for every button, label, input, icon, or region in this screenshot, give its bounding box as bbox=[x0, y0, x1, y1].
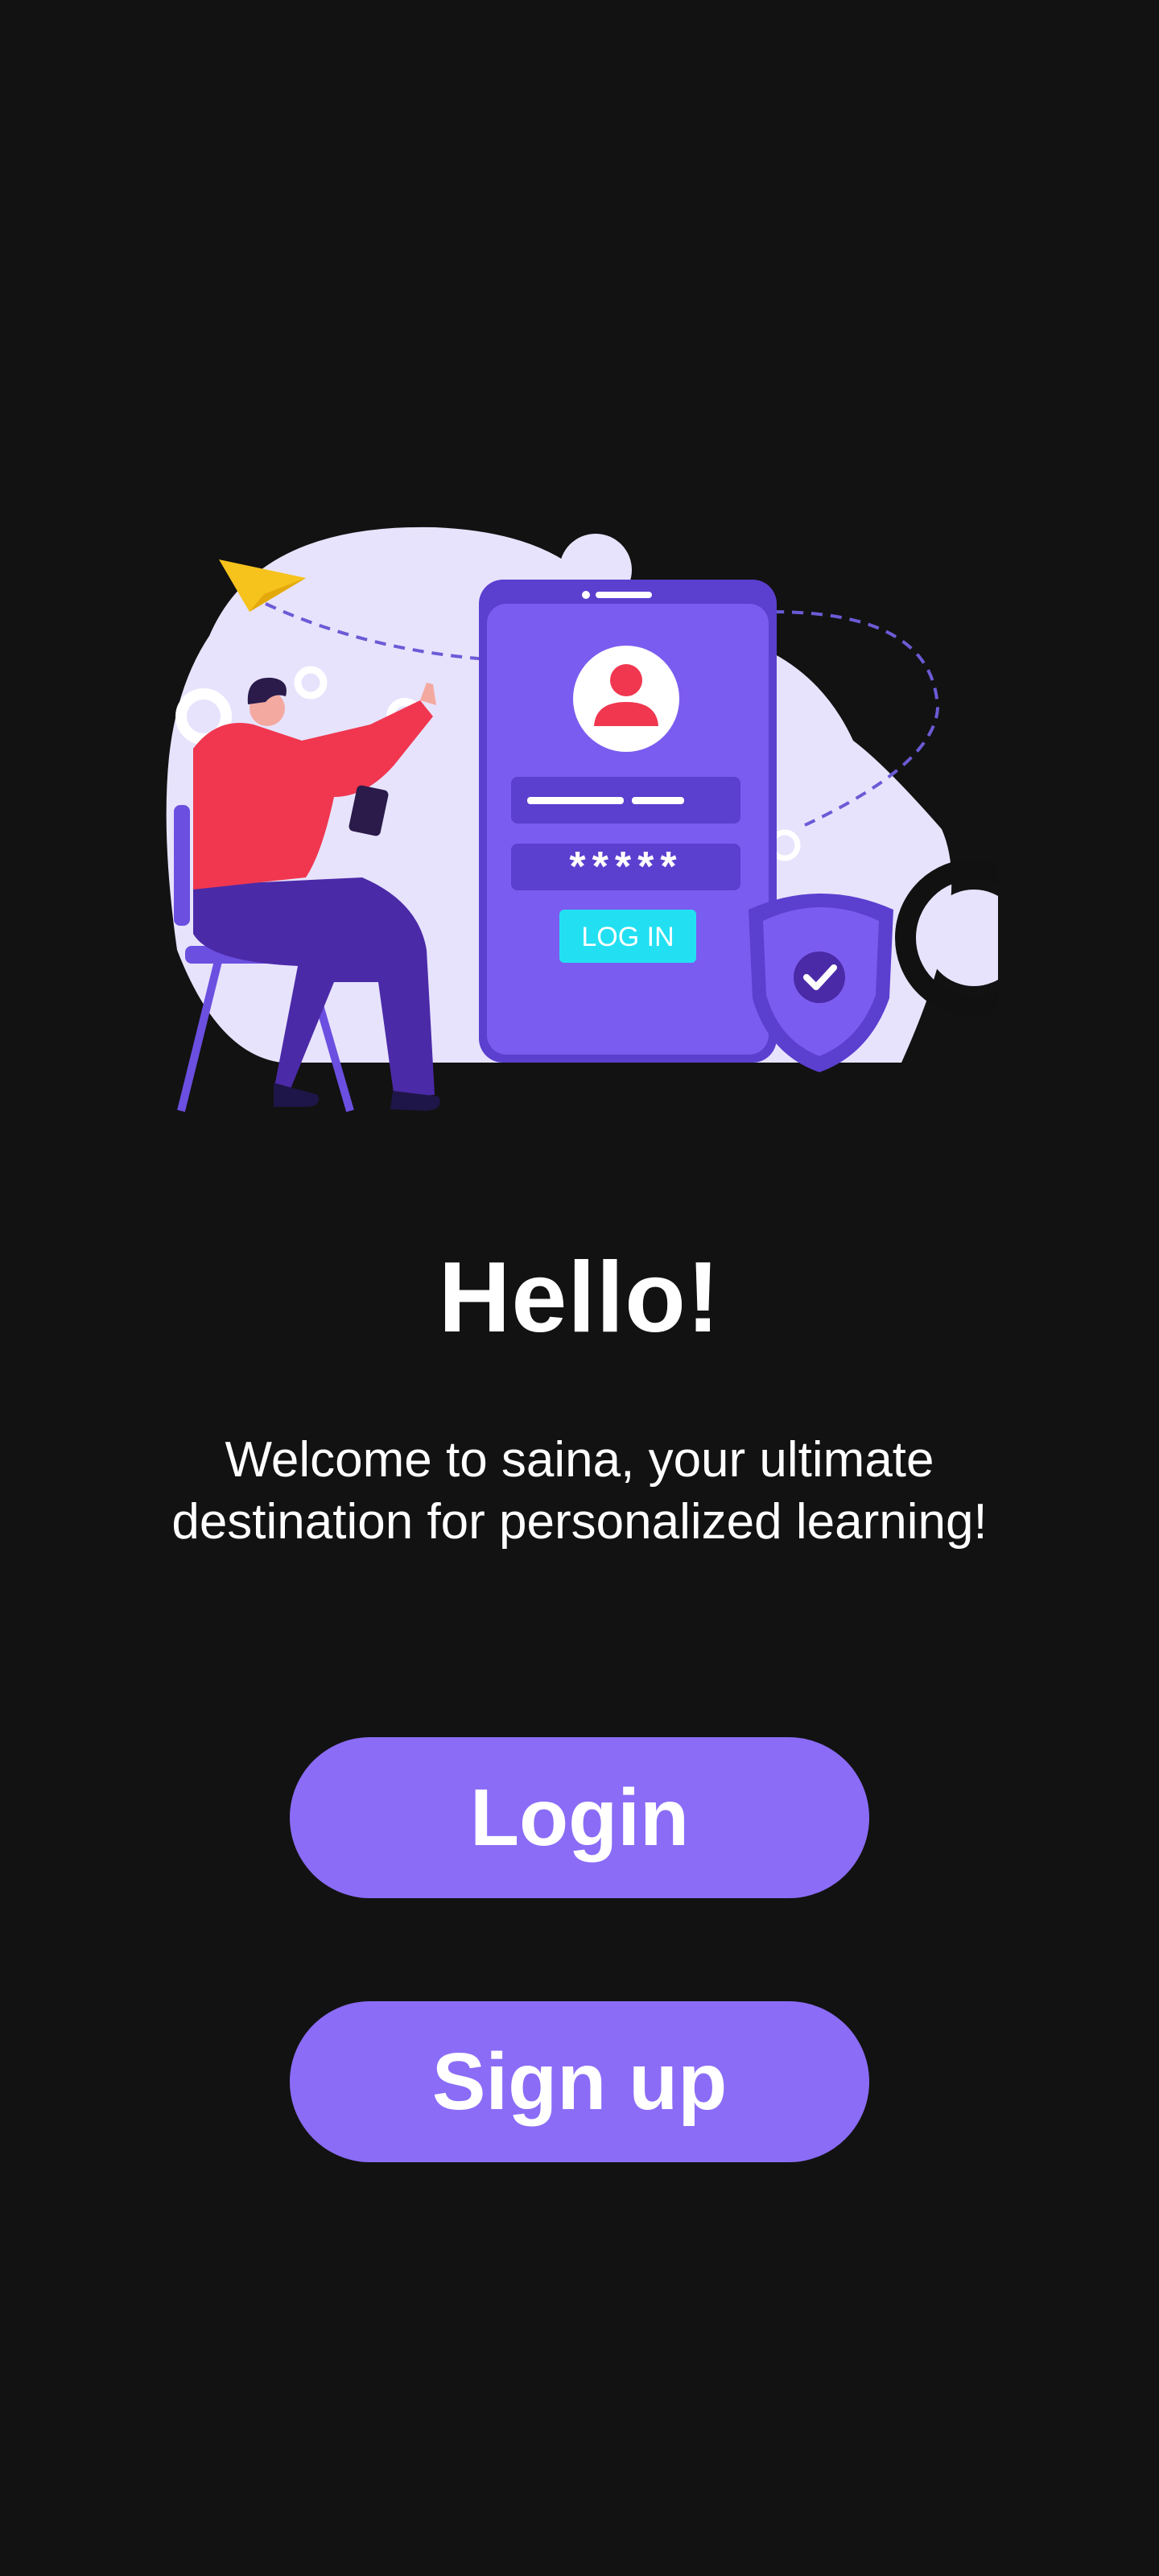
login-button[interactable]: Login bbox=[290, 1737, 869, 1898]
password-mask: ***** bbox=[569, 844, 683, 890]
welcome-title: Hello! bbox=[438, 1242, 721, 1353]
avatar-icon bbox=[573, 646, 679, 752]
illustration-login-label: LOG IN bbox=[581, 922, 674, 952]
login-illustration: ***** LOG IN bbox=[166, 526, 998, 1113]
phone-illustration: ***** LOG IN bbox=[479, 580, 777, 1063]
signup-button[interactable]: Sign up bbox=[290, 2001, 869, 2162]
welcome-screen: ***** LOG IN Hello! Welcome to saina, yo… bbox=[0, 0, 1159, 2576]
welcome-message: Welcome to saina, your ultimate destinat… bbox=[171, 1432, 988, 1550]
